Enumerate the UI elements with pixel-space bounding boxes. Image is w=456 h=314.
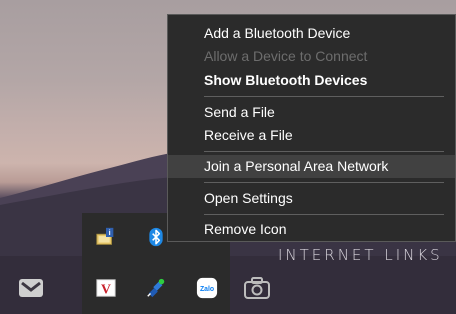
menu-item-open-settings[interactable]: Open Settings: [168, 187, 455, 210]
bluetooth-icon[interactable]: [144, 225, 168, 249]
mail-icon[interactable]: [18, 276, 44, 300]
camera-icon[interactable]: [243, 276, 271, 300]
menu-separator: [204, 214, 444, 215]
menu-separator: [204, 96, 444, 97]
svg-text:V: V: [101, 282, 111, 297]
v-app-icon[interactable]: V: [94, 276, 118, 300]
network-info-icon[interactable]: i: [94, 225, 118, 249]
menu-item-allow-device-to-connect: Allow a Device to Connect: [204, 48, 368, 64]
svg-text:Zalo: Zalo: [200, 286, 214, 293]
menu-separator: [204, 182, 444, 183]
menu-item-join-personal-area-network[interactable]: Join a Personal Area Network: [168, 155, 455, 178]
menu-item-show-bluetooth-devices[interactable]: Show Bluetooth Devices: [168, 69, 455, 92]
wallpaper-watermark: INTERNET LINKS: [278, 246, 443, 264]
zalo-icon[interactable]: Zalo: [195, 276, 219, 300]
menu-item-receive-file[interactable]: Receive a File: [168, 124, 455, 147]
menu-item-add-bluetooth-device[interactable]: Add a Bluetooth Device: [168, 22, 455, 45]
bluetooth-context-menu: Add a Bluetooth Device Allow a Device to…: [167, 14, 456, 242]
menu-separator: [204, 151, 444, 152]
menu-item-send-file[interactable]: Send a File: [168, 101, 455, 124]
svg-text:i: i: [109, 228, 111, 237]
network-status-icon[interactable]: [144, 276, 168, 300]
menu-item-remove-icon[interactable]: Remove Icon: [168, 218, 455, 241]
